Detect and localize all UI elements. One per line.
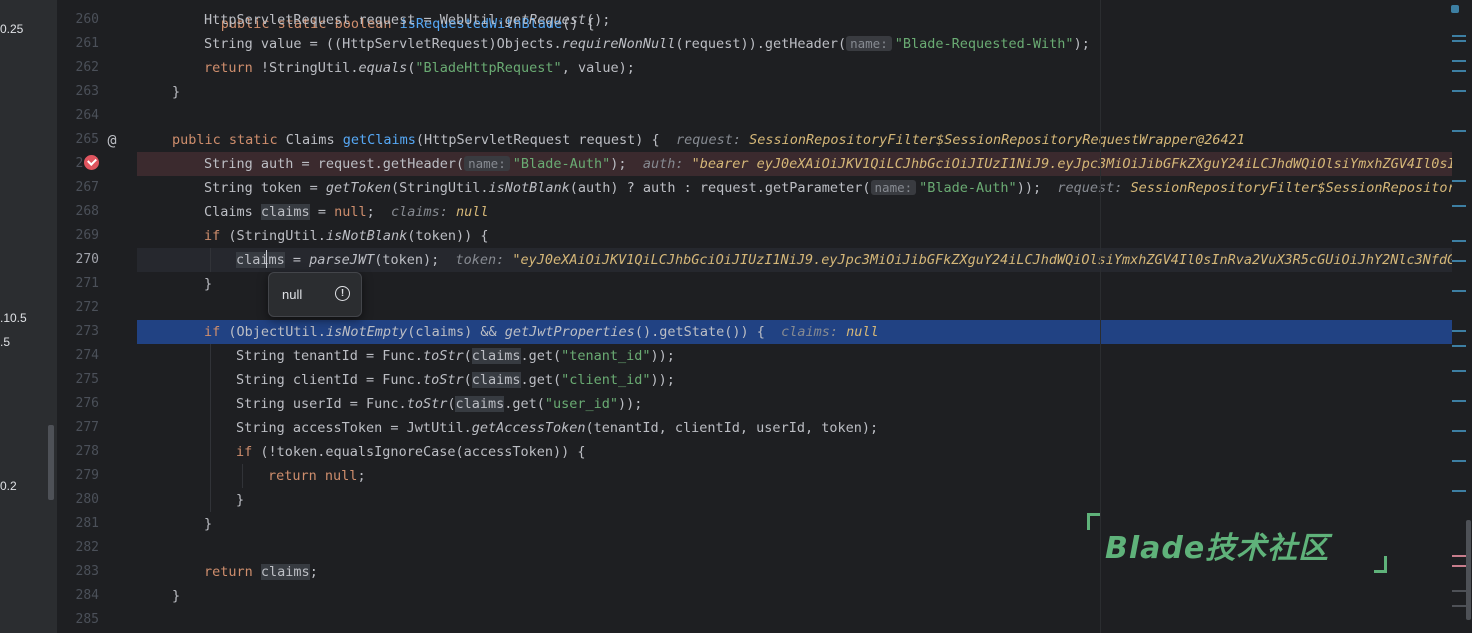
scroll-marker[interactable] (1452, 330, 1466, 332)
inline-debug-value: "bearer eyJ0eXAiOiJKV1QiLCJhbGciOiJIUzI1… (691, 156, 1452, 172)
left-panel-fragment: 0.2 (0, 479, 17, 493)
line-number[interactable]: 280 (57, 488, 99, 512)
left-panel: 0.25 .10.5 .5 0.2 (0, 0, 58, 633)
inline-debug-value: null (846, 324, 879, 340)
code-line: HttpServletRequest request = WebUtil.get… (204, 12, 611, 28)
scroll-marker[interactable] (1452, 240, 1466, 242)
current-line: claims = parseJWT(token); token: "eyJ0eX… (137, 248, 1452, 272)
scroll-marker[interactable] (1452, 555, 1466, 557)
scroll-marker[interactable] (1452, 565, 1466, 567)
left-panel-fragment: .5 (0, 335, 11, 349)
scroll-marker[interactable] (1452, 430, 1466, 432)
watermark-bracket (1374, 556, 1387, 573)
line-number[interactable]: 275 (57, 368, 99, 392)
code-line: String token = getToken(StringUtil.isNot… (137, 176, 1452, 200)
line-number[interactable]: 261 (57, 32, 99, 56)
line-number[interactable]: 260 (57, 8, 99, 32)
scroll-marker[interactable] (1452, 370, 1466, 372)
scroll-marker[interactable] (1452, 70, 1466, 72)
scroll-marker[interactable] (1452, 40, 1466, 42)
scrollbar-thumb[interactable] (1466, 520, 1471, 620)
scroll-marker[interactable] (1452, 400, 1466, 402)
line-number[interactable]: 268 (57, 200, 99, 224)
left-panel-fragment: .10.5 (0, 311, 27, 325)
breakpoint-icon[interactable] (84, 155, 99, 170)
watermark-bracket (1087, 513, 1100, 530)
code-line: String accessToken = JwtUtil.getAccessTo… (137, 416, 1452, 440)
breakpoint-line: String auth = request.getHeader(name: "Bl… (137, 152, 1452, 176)
line-number[interactable]: 285 (57, 608, 99, 632)
line-number[interactable]: 269 (57, 224, 99, 248)
left-panel-fragment: 0.25 (0, 22, 24, 36)
line-number[interactable]: 267 (57, 176, 99, 200)
scroll-marker[interactable] (1452, 130, 1466, 132)
scroll-marker[interactable] (1452, 180, 1466, 182)
code-line: } (172, 84, 181, 100)
code-line: } (137, 488, 1452, 512)
scroll-marker[interactable] (1452, 290, 1466, 292)
editor-scrollbar[interactable] (1451, 0, 1472, 633)
scroll-marker[interactable] (1452, 205, 1466, 207)
code-line: String clientId = Func.toStr(claims.get(… (137, 368, 1452, 392)
line-number[interactable]: 265 (57, 128, 99, 152)
line-number[interactable]: 274 (57, 344, 99, 368)
line-number[interactable]: 271 (57, 272, 99, 296)
param-name-hint: name: (846, 36, 892, 51)
code-line: String value = ((HttpServletRequest)Obje… (204, 36, 1090, 52)
value-tooltip[interactable]: null ! (268, 272, 362, 317)
watermark: Blade技术社区 (1087, 513, 1387, 573)
code-line: String userId = Func.toStr(claims.get("u… (137, 392, 1452, 416)
line-number[interactable]: 281 (57, 512, 99, 536)
text-caret (266, 250, 267, 268)
scroll-marker[interactable] (1452, 90, 1466, 92)
code-line: return null; (137, 464, 1452, 488)
scroll-marker[interactable] (1452, 345, 1466, 347)
line-number[interactable]: 278 (57, 440, 99, 464)
code-line: Claims claims = null; claims: null (204, 204, 489, 220)
line-number[interactable]: 263 (57, 80, 99, 104)
param-name-hint: name: (464, 156, 510, 171)
inline-debug-value: "eyJ0eXAiOiJKV1QiLCJhbGciOiJIUzI1NiJ9.ey… (512, 252, 1452, 268)
line-number[interactable]: 283 (57, 560, 99, 584)
line-number[interactable]: 277 (57, 416, 99, 440)
line-number[interactable]: 273 (57, 320, 99, 344)
code-line: public static Claims getClaims(HttpServl… (172, 132, 1245, 148)
left-panel-scrollbar[interactable] (48, 425, 54, 500)
line-number[interactable]: 262 (57, 56, 99, 80)
scroll-marker[interactable] (1452, 590, 1466, 592)
line-number[interactable]: 264 (57, 104, 99, 128)
param-name-hint: name: (870, 180, 917, 195)
scroll-marker[interactable] (1452, 490, 1466, 492)
tooltip-text: null (282, 287, 303, 302)
scroll-marker[interactable] (1452, 60, 1466, 62)
inline-debug-value: SessionRepositoryFilter$SessionRepositor… (749, 132, 1245, 148)
line-number[interactable]: 276 (57, 392, 99, 416)
line-number[interactable]: 272 (57, 296, 99, 320)
line-number[interactable]: 270 (57, 248, 99, 272)
info-circle-icon[interactable]: ! (335, 286, 350, 301)
line-number[interactable]: 284 (57, 584, 99, 608)
code-line: } (172, 588, 181, 604)
inline-debug-value: null (456, 204, 489, 220)
code-line: if (!token.equalsIgnoreCase(accessToken)… (137, 440, 1452, 464)
inspection-widget-icon[interactable] (1451, 5, 1459, 13)
execution-point-line: if (ObjectUtil.isNotEmpty(claims) && get… (137, 320, 1452, 344)
line-number[interactable]: 282 (57, 536, 99, 560)
scroll-marker[interactable] (1452, 605, 1466, 607)
inline-debug-value: SessionRepositoryFilter$SessionRepositor… (1130, 180, 1452, 196)
code-line: return !StringUtil.equals("BladeHttpRequ… (204, 60, 635, 76)
watermark-text: Blade技术社区 (1105, 531, 1330, 566)
scroll-marker[interactable] (1452, 460, 1466, 462)
scroll-marker[interactable] (1452, 35, 1466, 37)
line-number[interactable]: 279 (57, 464, 99, 488)
scroll-marker[interactable] (1452, 260, 1466, 262)
code-line: if (StringUtil.isNotBlank(token)) { (204, 228, 489, 244)
code-line: String tenantId = Func.toStr(claims.get(… (137, 344, 1452, 368)
annotation-at-icon[interactable]: @ (103, 130, 121, 150)
